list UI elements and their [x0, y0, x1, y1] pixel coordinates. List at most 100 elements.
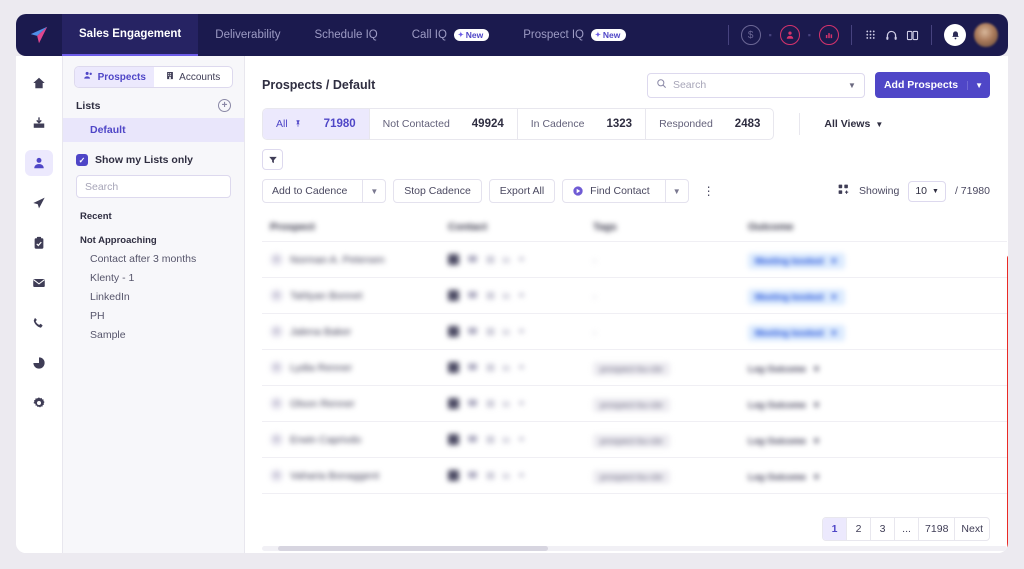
- table-row[interactable]: ● Erwin Caprivdo ☎ ▤ in ⚭ prospect-bu-cb…: [262, 422, 1007, 458]
- nav-deliverability[interactable]: Deliverability: [198, 14, 297, 56]
- next-page-button[interactable]: Next: [955, 518, 989, 540]
- list-item[interactable]: LinkedIn: [63, 284, 244, 303]
- page-size-select[interactable]: 10 ▼: [908, 180, 946, 202]
- phone-icon[interactable]: ☎: [467, 254, 478, 265]
- list-item-default[interactable]: Default: [63, 118, 244, 142]
- analytics-circle-icon[interactable]: [819, 25, 839, 45]
- apps-grid-icon[interactable]: [864, 29, 877, 42]
- search-input[interactable]: Search ▼: [646, 72, 865, 98]
- tasks-icon[interactable]: [25, 230, 53, 256]
- phone-icon[interactable]: ☎: [467, 470, 478, 481]
- home-icon[interactable]: [25, 70, 53, 96]
- lists-search-input[interactable]: Search: [76, 175, 231, 198]
- twitter-icon[interactable]: ⚭: [518, 290, 526, 301]
- phone-icon[interactable]: ☎: [467, 398, 478, 409]
- inbox-icon[interactable]: [25, 110, 53, 136]
- list-item[interactable]: PH: [63, 303, 244, 322]
- show-my-lists-row[interactable]: ✓ Show my Lists only: [63, 142, 244, 175]
- list-item[interactable]: Sample: [63, 322, 244, 341]
- mobile-icon[interactable]: ▤: [486, 290, 495, 301]
- add-prospects-button[interactable]: Add Prospects ▼: [874, 72, 990, 98]
- email-icon[interactable]: [448, 398, 459, 409]
- chevron-down-icon[interactable]: ▼: [362, 180, 385, 202]
- toggle-accounts[interactable]: Accounts: [154, 67, 233, 87]
- email-icon[interactable]: [448, 362, 459, 373]
- user-circle-icon[interactable]: [779, 25, 800, 45]
- twitter-icon[interactable]: ⚭: [518, 398, 526, 409]
- linkedin-icon[interactable]: in: [503, 399, 510, 409]
- twitter-icon[interactable]: ⚭: [518, 434, 526, 445]
- linkedin-icon[interactable]: in: [503, 255, 510, 265]
- find-contact-button[interactable]: Find Contact ▼: [562, 179, 689, 203]
- export-all-button[interactable]: Export All: [488, 179, 556, 203]
- linkedin-icon[interactable]: in: [503, 471, 510, 481]
- filter-icon[interactable]: [262, 149, 283, 170]
- toggle-prospects[interactable]: Prospects: [75, 67, 154, 87]
- dollar-circle-icon[interactable]: $: [740, 25, 761, 45]
- table-row[interactable]: ● Tahlyan Bonnet ☎ ▤ in ⚭ - Meeting book…: [262, 278, 1007, 314]
- kebab-menu-icon[interactable]: ⋮: [696, 184, 723, 198]
- stat-tab-in-cadence[interactable]: In Cadence 1323: [518, 109, 647, 139]
- settings-icon[interactable]: [25, 390, 53, 416]
- page-3-button[interactable]: 3: [871, 518, 896, 540]
- email-icon[interactable]: [448, 254, 459, 265]
- chevron-down-icon[interactable]: ▼: [848, 81, 856, 90]
- table-row[interactable]: ● Lydia Renner ☎ ▤ in ⚭ prospect-bu-cbr: [262, 350, 1007, 386]
- twitter-icon[interactable]: ⚭: [518, 470, 526, 481]
- table-row[interactable]: ● Jalena Baker ☎ ▤ in ⚭ - Meeting booked…: [262, 314, 1007, 350]
- mobile-icon[interactable]: ▤: [486, 398, 495, 409]
- list-item[interactable]: Klenty - 1: [63, 265, 244, 284]
- nav-schedule-iq[interactable]: Schedule IQ: [297, 14, 394, 56]
- all-views-dropdown[interactable]: All Views ▼: [799, 113, 883, 135]
- twitter-icon[interactable]: ⚭: [518, 254, 526, 265]
- cadence-icon[interactable]: [25, 190, 53, 216]
- email-icon[interactable]: [448, 470, 459, 481]
- email-icon[interactable]: [448, 290, 459, 301]
- reports-icon[interactable]: [25, 350, 53, 376]
- stop-cadence-button[interactable]: Stop Cadence: [393, 179, 482, 203]
- linkedin-icon[interactable]: in: [503, 363, 510, 373]
- table-row[interactable]: ● Vaharia Bonaggent ☎ ▤ in ⚭ prospect-bu…: [262, 458, 1007, 494]
- calls-icon[interactable]: [25, 310, 53, 336]
- nav-call-iq[interactable]: Call IQ ✦ New: [395, 14, 507, 56]
- phone-icon[interactable]: ☎: [467, 326, 478, 337]
- column-settings-icon[interactable]: [837, 183, 850, 199]
- page-1-button[interactable]: 1: [823, 518, 848, 540]
- phone-icon[interactable]: ☎: [467, 362, 478, 373]
- twitter-icon[interactable]: ⚭: [518, 326, 526, 337]
- twitter-icon[interactable]: ⚭: [518, 362, 526, 373]
- table-row[interactable]: ● Norman A. Petersen ☎ ▤ in ⚭ - Meeting …: [262, 242, 1007, 278]
- mobile-icon[interactable]: ▤: [486, 362, 495, 373]
- table-row[interactable]: ● Olson Renner ☎ ▤ in ⚭ prospect-bu-cbr: [262, 386, 1007, 422]
- phone-icon[interactable]: ☎: [467, 434, 478, 445]
- mobile-icon[interactable]: ▤: [486, 254, 495, 265]
- stat-tab-responded[interactable]: Responded 2483: [646, 109, 773, 139]
- mobile-icon[interactable]: ▤: [486, 326, 495, 337]
- scrollbar-thumb[interactable]: [278, 546, 548, 551]
- plus-circle-icon[interactable]: +: [218, 99, 231, 112]
- show-my-lists-checkbox[interactable]: ✓: [76, 154, 88, 166]
- email-icon[interactable]: [25, 270, 53, 296]
- stat-tab-not-contacted[interactable]: Not Contacted 49924: [370, 109, 518, 139]
- sidebar-item-prospects[interactable]: [25, 150, 53, 176]
- nav-prospect-iq[interactable]: Prospect IQ ✦ New: [506, 14, 643, 56]
- stat-tab-all[interactable]: All 71980: [263, 109, 370, 139]
- mobile-icon[interactable]: ▤: [486, 434, 495, 445]
- mobile-icon[interactable]: ▤: [486, 470, 495, 481]
- paper-plane-logo[interactable]: [16, 14, 62, 56]
- headset-icon[interactable]: [885, 29, 898, 42]
- phone-icon[interactable]: ☎: [467, 290, 478, 301]
- chevron-down-icon[interactable]: ▼: [664, 180, 688, 202]
- list-item[interactable]: Contact after 3 months: [63, 246, 244, 265]
- page-last-button[interactable]: 7198: [919, 518, 956, 540]
- linkedin-icon[interactable]: in: [503, 327, 510, 337]
- chevron-down-icon[interactable]: ▼: [967, 80, 990, 90]
- user-avatar[interactable]: [974, 23, 998, 47]
- nav-sales-engagement[interactable]: Sales Engagement: [62, 14, 199, 56]
- linkedin-icon[interactable]: in: [503, 291, 510, 301]
- email-icon[interactable]: [448, 434, 459, 445]
- book-icon[interactable]: [906, 29, 919, 42]
- notification-bell-icon[interactable]: [944, 24, 966, 46]
- linkedin-icon[interactable]: in: [503, 435, 510, 445]
- horizontal-scrollbar[interactable]: [262, 546, 1007, 551]
